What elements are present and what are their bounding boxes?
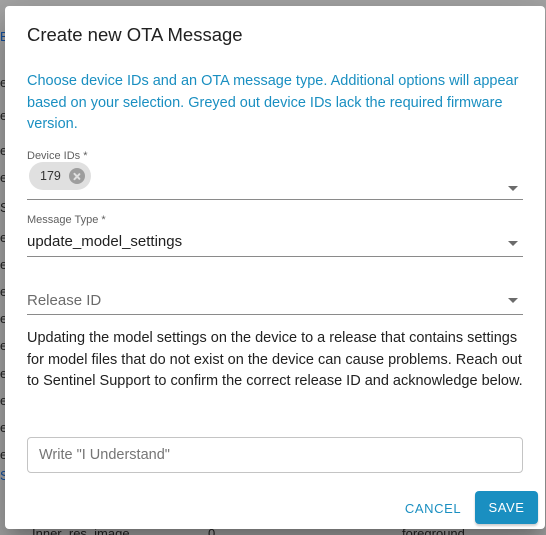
acknowledge-input[interactable]	[27, 437, 523, 473]
chevron-down-icon[interactable]	[508, 298, 518, 303]
message-type-value: update_model_settings	[27, 233, 183, 250]
dialog-title: Create new OTA Message	[27, 24, 243, 45]
cancel-button[interactable]: CANCEL	[399, 492, 467, 524]
release-id-underline	[27, 314, 523, 315]
message-type-select[interactable]: Message Type * update_model_settings	[27, 214, 523, 257]
message-type-underline	[27, 256, 523, 257]
chip-remove-icon[interactable]	[69, 168, 85, 184]
device-ids-label: Device IDs *	[27, 150, 88, 162]
release-id-placeholder: Release ID	[27, 292, 102, 309]
device-ids-select[interactable]: Device IDs * 179	[27, 150, 523, 200]
create-ota-message-dialog: Create new OTA Message Choose device IDs…	[5, 6, 545, 529]
device-id-chip: 179	[29, 162, 91, 190]
chevron-down-icon[interactable]	[508, 186, 518, 191]
model-settings-warning: Updating the model settings on the devic…	[27, 330, 523, 389]
device-id-chip-label: 179	[40, 169, 61, 183]
message-type-label: Message Type *	[27, 214, 106, 226]
save-button[interactable]: SAVE	[475, 491, 538, 524]
device-ids-underline	[27, 199, 523, 200]
chevron-down-icon[interactable]	[508, 241, 518, 246]
dialog-instructions: Choose device IDs and an OTA message typ…	[27, 73, 519, 132]
release-id-select[interactable]: Release ID	[27, 286, 523, 316]
